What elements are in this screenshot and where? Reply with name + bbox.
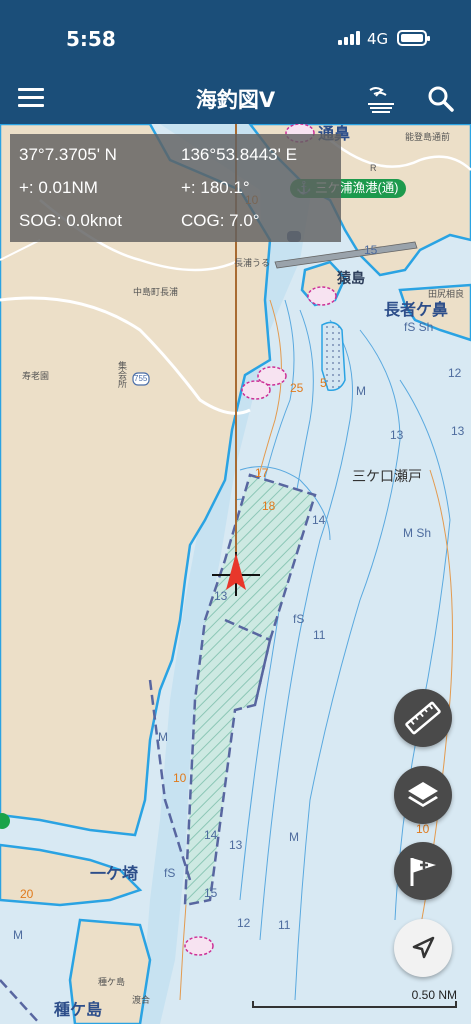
depth-label: 14: [312, 513, 326, 527]
depth-label: 20: [20, 887, 34, 901]
layers-button[interactable]: [394, 766, 452, 824]
depth-label: 18: [262, 499, 276, 513]
scale-bar: 0.50 NM: [252, 988, 457, 1008]
navigation-arrow-icon: [412, 936, 435, 959]
position-info-panel: 37°7.3705' N 136°53.8443' E +: 0.01NM +:…: [10, 134, 341, 242]
tide-icon[interactable]: [366, 84, 396, 114]
label-watari: 渡合: [132, 995, 151, 1005]
battery-icon: [397, 30, 430, 46]
depth-label: M: [356, 384, 366, 398]
label-tanega-shima: 種ケ島: [54, 1002, 103, 1019]
ruler-button[interactable]: [394, 689, 452, 747]
scale-bar-label: 0.50 NM: [411, 988, 457, 1002]
longitude-value: 136°53.8443' E: [181, 145, 297, 164]
distance-value: +: 0.01NM: [19, 178, 98, 197]
depth-label: 13: [451, 424, 465, 438]
depth-label: M: [158, 730, 168, 744]
sog-value: SOG: 0.0knot: [19, 211, 122, 230]
cog-value: COG: 7.0°: [181, 211, 260, 230]
label-notorokomae: 能登島通前: [405, 132, 451, 142]
status-time: 5:58: [66, 27, 116, 51]
depth-label: M Sh: [403, 526, 432, 540]
depth-label: 11: [313, 628, 326, 642]
app-title: 海釣図V: [195, 88, 276, 112]
locate-button[interactable]: [394, 919, 452, 977]
label-tanega-small: 種ケ島: [98, 977, 126, 987]
depth-label: 14: [204, 828, 218, 842]
depth-label: 11: [278, 918, 291, 932]
status-bar: 5:58 4G: [0, 0, 471, 78]
label-nakajima-nagaura: 中島町長浦: [133, 287, 179, 297]
label-tabe: 田尻相良: [428, 289, 465, 299]
depth-label: 13: [390, 428, 404, 442]
depth-label: 15: [364, 243, 378, 257]
label-mikeguchi-seto: 三ケ口瀬戸: [352, 468, 422, 484]
label-jurouen: 寿老園: [22, 371, 50, 381]
depth-label: 12: [448, 366, 462, 380]
label-saru-jima: 猿島: [337, 270, 365, 286]
label-shukaisho: 集会所: [118, 361, 128, 389]
network-type: 4G: [367, 30, 389, 48]
layers-icon: [408, 782, 438, 807]
depth-label: 13: [229, 838, 243, 852]
depth-label: fS: [293, 612, 305, 626]
add-mark-button[interactable]: [394, 842, 452, 900]
navigation-bar: 海釣図V: [0, 78, 471, 124]
ruler-icon: [405, 701, 441, 735]
depth-label: 13: [214, 589, 228, 603]
depth-label: 10: [173, 771, 187, 785]
depth-label: M: [289, 830, 299, 844]
scale-bar-line: [252, 1001, 457, 1008]
label-ikkezaki: 一ケ埼: [90, 866, 139, 883]
depth-label: fS: [164, 866, 176, 880]
latitude-value: 37°7.3705' N: [19, 145, 117, 164]
depth-label: 5: [320, 376, 327, 390]
depth-label: 10: [416, 822, 430, 836]
depth-label: 25: [290, 381, 304, 395]
depth-label: fS Sh: [404, 320, 434, 334]
label-route-755: 755: [134, 374, 148, 383]
depth-label: M: [13, 928, 23, 942]
bearing-value: +: 180.1°: [181, 178, 250, 197]
depth-label: 12: [237, 916, 251, 930]
depth-label: 15: [204, 886, 218, 900]
label-route-r: R: [370, 163, 377, 173]
flag-plus-icon: [410, 858, 436, 886]
search-icon[interactable]: [426, 84, 456, 114]
signal-icon: [338, 31, 362, 45]
label-nagaura: 長浦うる: [234, 258, 271, 268]
depth-label: 17: [255, 466, 269, 480]
